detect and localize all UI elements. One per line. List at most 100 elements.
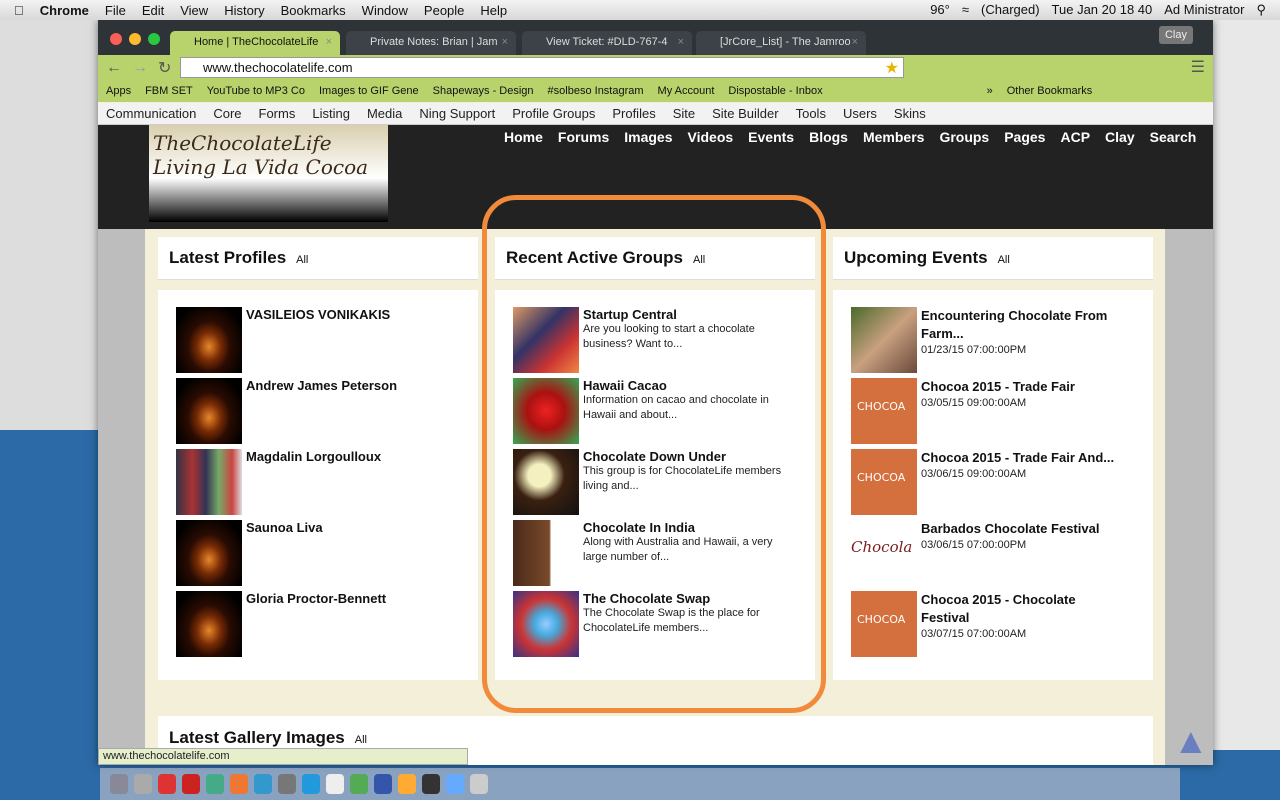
event-image[interactable] [851,307,917,373]
app-icon[interactable] [134,774,152,794]
address-bar[interactable]: www.thechocolatelife.com ★ [180,57,904,78]
bookmark-my-account[interactable]: My Account [658,85,715,97]
wifi-icon[interactable]: ≈ [962,2,969,18]
profile-avatar[interactable] [176,378,242,444]
nav-images[interactable]: Images [624,129,672,145]
tab-jrcore-list[interactable]: [JrCore_List] - The Jamroo × [696,31,866,55]
profile-button[interactable]: Clay [1158,26,1193,44]
profile-item[interactable]: VASILEIOS VONIKAKIS [176,307,476,374]
tab-private-notes[interactable]: Private Notes: Brian | Jam × [346,31,516,55]
menu-file[interactable]: File [105,3,126,18]
bookmark-fbm-set[interactable]: FBM SET [145,85,193,97]
app-icon[interactable] [398,774,416,794]
site-logo[interactable]: TheChocolateLife Living La Vida Cocoa [149,125,388,222]
bookmarks-overflow[interactable]: » [987,85,993,97]
bookmark-star-icon[interactable]: ★ [885,58,899,78]
profile-avatar[interactable] [176,591,242,657]
close-tab-icon[interactable]: × [852,36,858,48]
close-tab-icon[interactable]: × [678,36,684,48]
profile-item[interactable]: Saunoa Liva [176,520,476,587]
forward-icon[interactable]: → [132,59,148,77]
nav-pages[interactable]: Pages [1004,129,1045,145]
apple-icon[interactable]:  [14,3,24,18]
profile-item[interactable]: Andrew James Peterson [176,378,476,445]
chrome-menu-icon[interactable]: ☰ [1191,57,1205,77]
events-all-link[interactable]: All [998,254,1010,266]
admin-menu-ning-support[interactable]: Ning Support [419,106,495,121]
event-image[interactable]: CHOCOA [851,449,917,515]
event-name[interactable]: Chocoa 2015 - Trade Fair And... [921,449,1121,467]
nav-videos[interactable]: Videos [688,129,734,145]
menu-app[interactable]: Chrome [40,3,89,18]
bookmark-other[interactable]: Other Bookmarks [1007,85,1093,97]
profile-name[interactable]: Saunoa Liva [246,520,446,535]
profile-avatar[interactable] [176,449,242,515]
app-icon[interactable] [158,774,176,794]
nav-members[interactable]: Members [863,129,924,145]
temperature-status[interactable]: 96° [930,2,950,18]
menu-people[interactable]: People [424,3,464,18]
admin-menu-communication[interactable]: Communication [106,106,196,121]
profile-avatar[interactable] [176,520,242,586]
admin-menu-site[interactable]: Site [673,106,695,121]
app-icon[interactable] [278,774,296,794]
profile-name[interactable]: Magdalin Lorgoulloux [246,449,446,464]
menu-edit[interactable]: Edit [142,3,164,18]
profile-avatar[interactable] [176,307,242,373]
terminal-icon[interactable] [422,774,440,794]
user-menu[interactable]: Ad Ministrator [1164,2,1244,18]
skype-icon[interactable] [302,774,320,794]
clock[interactable]: Tue Jan 20 18 40 [1052,2,1153,18]
event-name[interactable]: Chocoa 2015 - Trade Fair [921,378,1121,396]
nav-acp[interactable]: ACP [1060,129,1090,145]
event-name[interactable]: Barbados Chocolate Festival [921,520,1121,538]
chrome-icon[interactable] [206,774,224,794]
tab-home[interactable]: Home | TheChocolateLife × [170,31,340,55]
close-window-icon[interactable] [110,33,122,45]
battery-status[interactable]: (Charged) [981,2,1040,18]
bookmark-solbeso[interactable]: #solbeso Instagram [548,85,644,97]
tab-view-ticket[interactable]: View Ticket: #DLD-767-4 × [522,31,692,55]
profiles-all-link[interactable]: All [296,254,308,266]
event-name[interactable]: Encountering Chocolate From Farm... [921,307,1121,343]
menu-view[interactable]: View [180,3,208,18]
app-icon[interactable] [182,774,200,794]
finder-icon[interactable] [110,774,128,794]
admin-menu-listing[interactable]: Listing [312,106,350,121]
folder-icon[interactable] [446,774,464,794]
profile-name[interactable]: Gloria Proctor-Bennett [246,591,446,606]
event-item[interactable]: CHOCOA Chocoa 2015 - Trade Fair 03/05/15 0… [851,378,1151,445]
profile-name[interactable]: VASILEIOS VONIKAKIS [246,307,446,322]
admin-menu-media[interactable]: Media [367,106,402,121]
nav-search[interactable]: Search [1150,129,1197,145]
event-item[interactable]: Chocola Barbados Chocolate Festival 03/06/… [851,520,1151,587]
menu-history[interactable]: History [224,3,264,18]
trash-icon[interactable] [470,774,488,794]
app-icon[interactable] [254,774,272,794]
gallery-all-link[interactable]: All [355,734,367,746]
menu-help[interactable]: Help [480,3,507,18]
event-item[interactable]: CHOCOA Chocoa 2015 - Trade Fair And... 03/… [851,449,1151,516]
admin-menu-skins[interactable]: Skins [894,106,926,121]
firefox-icon[interactable] [230,774,248,794]
reload-icon[interactable]: ↻ [158,58,171,78]
menu-bookmarks[interactable]: Bookmarks [281,3,346,18]
bookmark-shapeways[interactable]: Shapeways - Design [433,85,534,97]
minimize-window-icon[interactable] [129,33,141,45]
admin-menu-profile-groups[interactable]: Profile Groups [512,106,595,121]
admin-menu-tools[interactable]: Tools [796,106,826,121]
bookmark-dispostable[interactable]: Dispostable - Inbox [728,85,822,97]
profile-item[interactable]: Gloria Proctor-Bennett [176,591,476,658]
zoom-window-icon[interactable] [148,33,160,45]
event-item[interactable]: Encountering Chocolate From Farm... 01/23… [851,307,1151,374]
admin-menu-core[interactable]: Core [213,106,241,121]
event-item[interactable]: CHOCOA Chocoa 2015 - Chocolate Festival 03… [851,591,1151,658]
admin-menu-forms[interactable]: Forms [259,106,296,121]
admin-menu-profiles[interactable]: Profiles [612,106,655,121]
admin-menu-site-builder[interactable]: Site Builder [712,106,778,121]
nav-events[interactable]: Events [748,129,794,145]
app-icon[interactable] [374,774,392,794]
event-name[interactable]: Chocoa 2015 - Chocolate Festival [921,591,1121,627]
admin-menu-users[interactable]: Users [843,106,877,121]
event-image[interactable]: CHOCOA [851,378,917,444]
